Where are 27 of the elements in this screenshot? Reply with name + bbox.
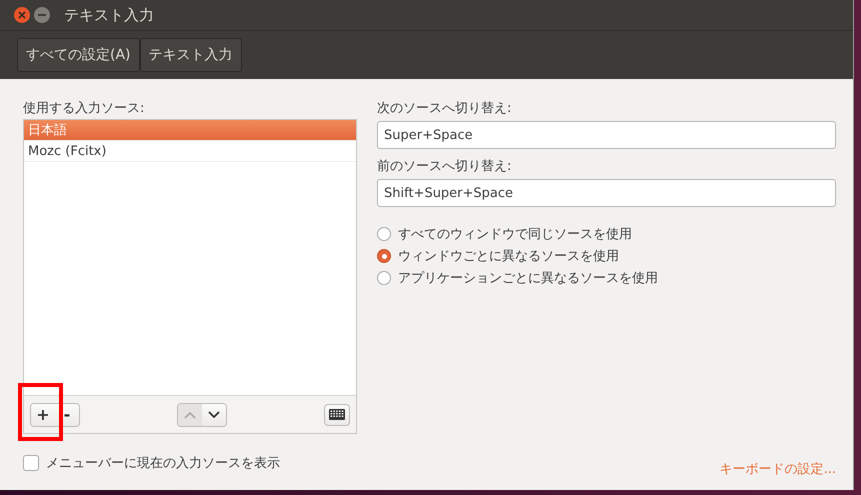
chevron-down-icon bbox=[208, 410, 220, 418]
breadcrumb-button[interactable]: すべての設定(A) bbox=[17, 38, 140, 72]
sources-label: 使用する入力ソース: bbox=[23, 100, 146, 118]
minimize-button[interactable] bbox=[34, 7, 50, 23]
keyboard-button[interactable] bbox=[324, 404, 350, 426]
close-button[interactable] bbox=[14, 7, 30, 23]
field-label: 次のソースへ切り替え: bbox=[377, 100, 512, 118]
radio-button[interactable] bbox=[377, 271, 391, 285]
shortcut-field[interactable]: Super+Space bbox=[377, 121, 836, 149]
chevron-up-icon bbox=[184, 410, 196, 418]
keyboard-icon bbox=[329, 409, 345, 420]
close-icon bbox=[18, 11, 26, 19]
radio-button[interactable] bbox=[377, 227, 391, 241]
highlight-frame bbox=[18, 383, 63, 441]
radio-label: アプリケーションごとに異なるソースを使用 bbox=[398, 270, 658, 288]
checkbox[interactable] bbox=[23, 455, 39, 471]
radio-label: ウィンドウごとに異なるソースを使用 bbox=[398, 248, 619, 266]
minimize-icon bbox=[38, 14, 46, 16]
radio-label: すべてのウィンドウで同じソースを使用 bbox=[398, 226, 632, 244]
add-button[interactable]: + bbox=[31, 404, 55, 426]
field-label: 前のソースへ切り替え: bbox=[377, 158, 512, 176]
move-down-button[interactable] bbox=[202, 404, 226, 426]
shortcut-field[interactable]: Shift+Super+Space bbox=[377, 179, 836, 207]
window-title: テキスト入力 bbox=[64, 6, 154, 24]
checkbox-label: メニューバーに現在の入力ソースを表示 bbox=[46, 455, 280, 473]
radio-button[interactable] bbox=[377, 249, 391, 263]
breadcrumb-button[interactable]: テキスト入力 bbox=[140, 38, 242, 72]
